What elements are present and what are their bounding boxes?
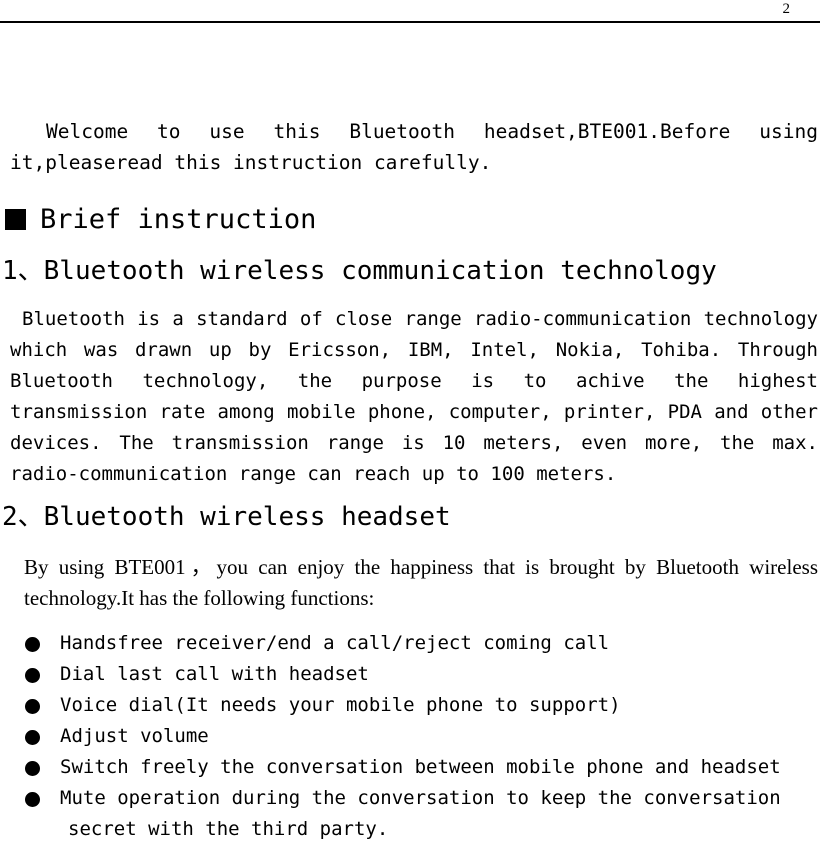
page-number: 2 [782,1,791,17]
list-item-label: Mute operation during the conversation t… [60,787,781,840]
filled-square-bullet-icon [5,209,26,230]
subsection-heading-1: 1、Bluetooth wireless communication techn… [2,256,717,286]
section-heading-label: Brief instruction [40,204,317,235]
intro-paragraph: Welcome to use this Bluetooth headset,BT… [10,120,818,174]
subsection-1-paragraph: Bluetooth is a standard of close range r… [10,308,818,485]
filled-circle-bullet-icon [25,637,40,652]
document-page: 2 Welcome to use this Bluetooth headset,… [0,0,820,840]
page-header: 2 [0,0,820,23]
filled-circle-bullet-icon [25,792,40,807]
filled-circle-bullet-icon [25,699,40,714]
spacer-before-subsection-2 [0,490,820,498]
document-content: Welcome to use this Bluetooth headset,BT… [0,23,820,845]
spacer-top [0,23,820,116]
feature-list: Handsfree receiver/end a call/reject com… [0,628,820,845]
list-item-label: Switch freely the conversation between m… [60,756,781,778]
filled-circle-bullet-icon [25,730,40,745]
list-item-label: Handsfree receiver/end a call/reject com… [60,632,610,654]
spacer-before-feature-list [0,614,820,628]
subsection-heading-2: 2、Bluetooth wireless headset [2,502,451,532]
filled-circle-bullet-icon [25,668,40,683]
subsection-2-paragraph: By using BTE001，you can enjoy the happin… [24,555,818,610]
list-item-label: Adjust volume [60,725,209,747]
list-item: Voice dial(It needs your mobile phone to… [0,690,820,721]
list-item: Mute operation during the conversation t… [0,783,820,845]
list-item-label: Voice dial(It needs your mobile phone to… [60,694,621,716]
spacer-before-subsection-1 [0,240,820,252]
section-heading: Brief instruction [0,200,820,240]
list-item: Dial last call with headset [0,659,820,690]
spacer-after-subsection-1-heading [0,290,820,304]
spacer-before-section [0,178,820,200]
list-item: Adjust volume [0,721,820,752]
list-item-label: Dial last call with headset [60,663,369,685]
list-item: Switch freely the conversation between m… [0,752,820,783]
filled-circle-bullet-icon [25,761,40,776]
spacer-after-subsection-2-heading [0,536,820,552]
list-item: Handsfree receiver/end a call/reject com… [0,628,820,659]
